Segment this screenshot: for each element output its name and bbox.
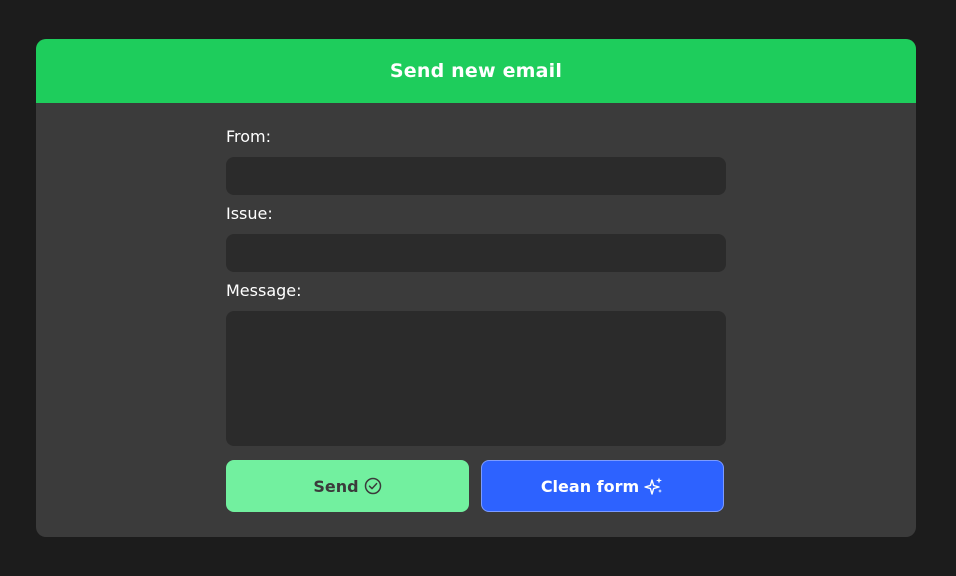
message-textarea[interactable] [226, 311, 726, 446]
message-label: Message: [226, 281, 302, 300]
card-header: Send new email [36, 39, 916, 103]
issue-input[interactable] [226, 234, 726, 272]
clean-form-button[interactable]: Clean form [481, 460, 724, 512]
from-input[interactable] [226, 157, 726, 195]
page-title: Send new email [389, 60, 563, 82]
sparkles-icon [644, 476, 664, 496]
clean-form-button-label: Clean form [540, 476, 640, 496]
check-circle-icon [364, 477, 382, 495]
email-card: Send new email From: Issue: Message: Sen… [36, 39, 916, 537]
send-button[interactable]: Send [226, 460, 469, 512]
from-label: From: [226, 127, 272, 146]
send-button-label: Send [313, 476, 359, 496]
form-actions: Send Clean form [226, 460, 724, 512]
issue-label: Issue: [226, 204, 273, 223]
email-form: From: Issue: Message: Send Clean form [226, 103, 726, 512]
